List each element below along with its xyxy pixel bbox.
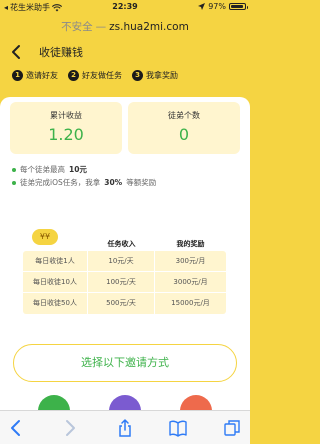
wechat-icon[interactable] (38, 395, 70, 410)
stat-label: 徒弟个数 (168, 111, 200, 120)
chevron-left-icon[interactable] (10, 43, 24, 61)
table-cell: 每日收徒1人 (23, 251, 88, 271)
location-icon (198, 3, 206, 10)
table-cell: 500元/天 (88, 293, 155, 314)
weibo-icon[interactable] (180, 395, 212, 410)
table-cell: 3000元/月 (173, 278, 208, 286)
page-title: 收徒赚钱 (39, 46, 83, 59)
invite-options-button[interactable]: 选择以下邀请方式 (13, 344, 237, 382)
note-ios-bonus: 徒弟完成iOS任务，我拿 30% 等额奖励 (12, 176, 156, 189)
table-cell: 100元/天 (88, 272, 155, 292)
note-text: 每个徒弟最高 (20, 165, 65, 174)
status-right: 97% (198, 2, 248, 11)
header-cell: 任务收入 (107, 240, 136, 248)
forward-icon[interactable] (60, 418, 80, 438)
share-icon[interactable] (115, 418, 135, 438)
status-bar: ◂ 花生米助手 22:39 97% (0, 0, 250, 14)
tabs-icon[interactable] (222, 418, 242, 438)
reward-table: 任务收入 我的奖励 每日收徒1人 10元/天 300元/月 每日收徒10人 10… (23, 237, 226, 314)
step-number: 3 (132, 70, 143, 81)
step-number: 2 (68, 70, 79, 81)
table-cell: 300元/月 (175, 257, 206, 265)
note-highlight: 30% (104, 178, 123, 187)
table-row: 每日收徒50人 500元/天 15000元/月 (23, 293, 226, 314)
reward-notes: 每个徒弟最高 10元 徒弟完成iOS任务，我拿 30% 等额奖励 (12, 163, 156, 189)
battery-icon (229, 3, 248, 10)
back-icon[interactable] (6, 418, 26, 438)
steps: 1 邀请好友 2 好友做任务 3 我拿奖励 (12, 70, 178, 81)
address-separator: — (95, 21, 107, 33)
stat-cards: 累计收益 1.20 徒弟个数 0 (10, 102, 240, 154)
table-cell: 每日收徒10人 (23, 272, 88, 292)
table-row: 每日收徒1人 10元/天 300元/月 (23, 251, 226, 272)
share-options (0, 395, 250, 410)
battery-percent: 97% (208, 2, 226, 11)
stat-value: 1.20 (48, 125, 84, 144)
step-label: 好友做任务 (82, 71, 122, 80)
note-highlight: 10元 (69, 165, 87, 174)
content-card: 累计收益 1.20 徒弟个数 0 每个徒弟最高 10元 徒弟完成iOS任务，我拿… (0, 97, 250, 410)
table-cell: 10元/天 (88, 251, 155, 271)
step-1: 1 邀请好友 (12, 70, 58, 81)
bookmarks-icon[interactable] (168, 418, 188, 438)
table-cell: 15000元/月 (171, 299, 210, 307)
address-host: zs.hua2mi.com (109, 21, 189, 33)
page-header: 收徒赚钱 (0, 42, 250, 64)
apprentice-count-card: 徒弟个数 0 (128, 102, 240, 154)
bullet-icon (12, 167, 16, 172)
browser-toolbar (0, 410, 250, 444)
table-header: 任务收入 我的奖励 (23, 237, 226, 251)
stat-value: 0 (178, 125, 190, 144)
note-text: 徒弟完成iOS任务，我拿 (20, 178, 101, 187)
stat-label: 累计收益 (50, 111, 82, 120)
step-number: 1 (12, 70, 23, 81)
note-max-per-apprentice: 每个徒弟最高 10元 (12, 163, 156, 176)
moments-icon[interactable] (109, 395, 141, 410)
note-text: 等额奖励 (126, 178, 157, 187)
step-label: 邀请好友 (26, 71, 58, 80)
insecure-label: 不安全 (61, 21, 93, 33)
table-row: 每日收徒10人 100元/天 3000元/月 (23, 272, 226, 293)
step-3: 3 我拿奖励 (132, 70, 178, 81)
table-cell: 每日收徒50人 (23, 293, 88, 314)
total-earnings-card: 累计收益 1.20 (10, 102, 122, 154)
address-bar[interactable]: 不安全 — zs.hua2mi.com (0, 16, 250, 38)
step-2: 2 好友做任务 (68, 70, 122, 81)
step-label: 我拿奖励 (146, 71, 178, 80)
header-cell: 我的奖励 (176, 240, 205, 248)
table-body: 每日收徒1人 10元/天 300元/月 每日收徒10人 100元/天 3000元… (23, 251, 226, 314)
bullet-icon (12, 180, 16, 185)
